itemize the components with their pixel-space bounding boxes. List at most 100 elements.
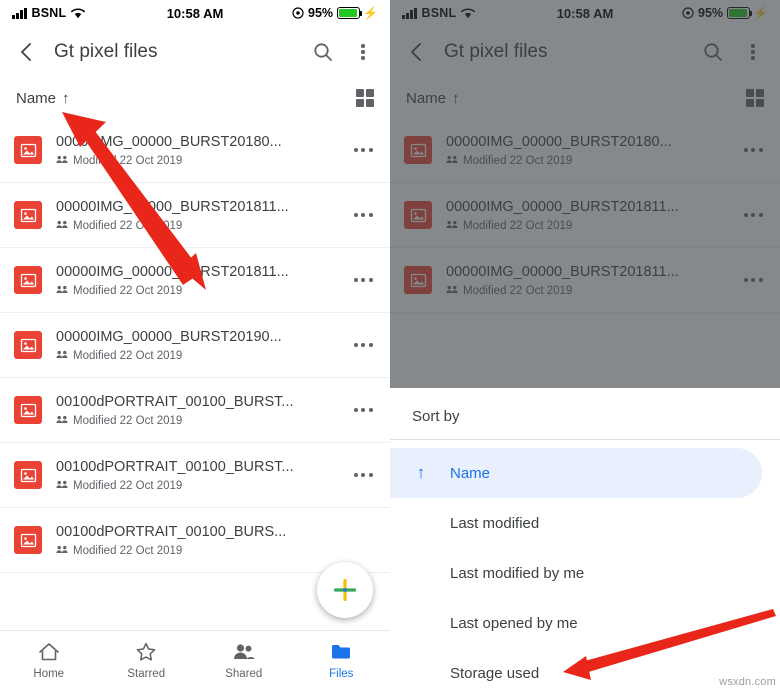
image-thumbnail-icon — [14, 526, 42, 554]
sort-option-label: Storage used — [450, 664, 540, 682]
sort-option-label: Last opened by me — [450, 614, 578, 632]
people-icon — [56, 285, 68, 297]
sort-option-label: Last modified — [450, 514, 540, 532]
charging-bolt-icon: ⚡ — [363, 6, 378, 20]
sort-label: Name — [16, 89, 57, 107]
table-row[interactable]: 00100dPORTRAIT_00100_BURS... Modified 22… — [0, 508, 390, 573]
people-icon — [56, 545, 68, 557]
sort-row[interactable]: Name ↑ — [0, 78, 390, 118]
row-more-icon[interactable] — [350, 137, 376, 163]
table-row[interactable]: 00000IMG_00000_BURST201811... Modified 2… — [0, 248, 390, 313]
row-more-icon[interactable] — [350, 397, 376, 423]
status-bar-right: 95% ⚡ — [292, 6, 378, 20]
star-icon — [137, 642, 156, 661]
grid-view-icon[interactable] — [355, 88, 374, 108]
file-modified-label: Modified 22 Oct 2019 — [73, 349, 183, 362]
row-more-icon[interactable] — [350, 267, 376, 293]
sort-option-last-modified[interactable]: Last modified — [390, 498, 780, 548]
image-thumbnail-icon — [14, 136, 42, 164]
divider — [390, 439, 780, 440]
people-icon — [56, 350, 68, 362]
watermark: wsxdn.com — [719, 676, 776, 688]
left-phone-screen: BSNL 10:58 AM 95% ⚡ Gt pixel files Name … — [0, 0, 390, 690]
file-name: 00100dPORTRAIT_00100_BURS... — [56, 523, 287, 540]
image-thumbnail-icon — [14, 461, 42, 489]
image-thumbnail-icon — [14, 396, 42, 424]
file-info: 00100dPORTRAIT_00100_BURS... Modified 22… — [56, 524, 376, 557]
image-thumbnail-icon — [14, 266, 42, 294]
status-bar-left: BSNL — [12, 6, 86, 20]
file-meta: Modified 22 Oct 2019 — [56, 155, 336, 167]
nav-item-home[interactable]: Home — [0, 641, 98, 680]
status-bar: BSNL 10:58 AM 95% ⚡ — [0, 0, 390, 26]
bottom-navigation: Home Starred Shared Files — [0, 630, 390, 690]
row-more-icon[interactable] — [350, 332, 376, 358]
file-name: 00000IMG_00000_BURST201811... — [56, 263, 289, 280]
file-name: 00100dPORTRAIT_00100_BURST... — [56, 393, 294, 410]
nav-label: Files — [329, 668, 354, 680]
file-meta: Modified 22 Oct 2019 — [56, 545, 376, 557]
people-icon — [56, 155, 68, 167]
nav-label: Shared — [225, 668, 263, 680]
nav-item-files[interactable]: Files — [293, 641, 391, 680]
file-modified-label: Modified 22 Oct 2019 — [73, 414, 183, 427]
file-modified-label: Modified 22 Oct 2019 — [73, 544, 183, 557]
file-meta: Modified 22 Oct 2019 — [56, 285, 336, 297]
table-row[interactable]: 00100dPORTRAIT_00100_BURST... Modified 2… — [0, 378, 390, 443]
add-plus-icon — [334, 579, 356, 601]
file-info: 00000IMG_00000_BURST201811... Modified 2… — [56, 264, 336, 297]
image-thumbnail-icon — [14, 331, 42, 359]
file-modified-label: Modified 22 Oct 2019 — [73, 284, 183, 297]
file-modified-label: Modified 22 Oct 2019 — [73, 219, 183, 232]
modal-scrim[interactable] — [390, 0, 780, 388]
file-meta: Modified 22 Oct 2019 — [56, 220, 336, 232]
home-icon — [38, 643, 59, 661]
file-info: 00000IMG_00000_BURST20180... Modified 22… — [56, 134, 336, 167]
sort-option-label: Name — [450, 464, 491, 482]
back-arrow-icon[interactable] — [14, 39, 40, 65]
page-title: Gt pixel files — [54, 41, 158, 62]
add-fab-button[interactable] — [317, 562, 373, 618]
table-row[interactable]: 00100dPORTRAIT_00100_BURST... Modified 2… — [0, 443, 390, 508]
folder-icon — [332, 645, 351, 659]
table-row[interactable]: 00000IMG_00000_BURST20190... Modified 22… — [0, 313, 390, 378]
people-icon — [56, 415, 68, 427]
file-modified-label: Modified 22 Oct 2019 — [73, 479, 183, 492]
file-meta: Modified 22 Oct 2019 — [56, 350, 336, 362]
sort-option-last-modified-by-me[interactable]: Last modified by me — [390, 548, 780, 598]
file-modified-label: Modified 22 Oct 2019 — [73, 154, 183, 167]
image-thumbnail-icon — [14, 201, 42, 229]
carrier-label: BSNL — [31, 6, 67, 20]
search-icon[interactable] — [310, 39, 336, 65]
sheet-title: Sort by — [412, 408, 460, 425]
nav-item-starred[interactable]: Starred — [98, 641, 196, 680]
file-info: 00000IMG_00000_BURST20190... Modified 22… — [56, 329, 336, 362]
more-vertical-icon[interactable] — [350, 39, 376, 65]
file-info: 00100dPORTRAIT_00100_BURST... Modified 2… — [56, 459, 336, 492]
file-info: 00000IMG_00000_BURST201811... Modified 2… — [56, 199, 336, 232]
file-info: 00100dPORTRAIT_00100_BURST... Modified 2… — [56, 394, 336, 427]
signal-bars-icon — [12, 7, 27, 19]
file-meta: Modified 22 Oct 2019 — [56, 415, 336, 427]
sort-ascending-arrow-icon: ↑ — [416, 463, 426, 482]
screenshot-root: BSNL 10:58 AM 95% ⚡ Gt pixel files Name … — [0, 0, 780, 690]
file-name: 00000IMG_00000_BURST201811... — [56, 198, 289, 215]
row-more-icon[interactable] — [350, 202, 376, 228]
sort-option-name[interactable]: ↑ Name — [390, 448, 762, 498]
file-list: 00000IMG_00000_BURST20180... Modified 22… — [0, 118, 390, 573]
location-icon — [292, 7, 304, 19]
file-meta: Modified 22 Oct 2019 — [56, 480, 336, 492]
table-row[interactable]: 00000IMG_00000_BURST201811... Modified 2… — [0, 183, 390, 248]
app-bar: Gt pixel files — [0, 26, 390, 78]
people-icon — [56, 220, 68, 232]
right-phone-screen: BSNL 10:58 AM 95% ⚡ Gt pixel files — [390, 0, 780, 690]
table-row[interactable]: 00000IMG_00000_BURST20180... Modified 22… — [0, 118, 390, 183]
people-icon — [233, 644, 255, 659]
row-more-icon[interactable] — [350, 462, 376, 488]
battery-icon — [337, 7, 363, 19]
wifi-icon — [71, 7, 86, 19]
sort-option-last-opened-by-me[interactable]: Last opened by me — [390, 598, 780, 648]
people-icon — [56, 480, 68, 492]
nav-item-shared[interactable]: Shared — [195, 641, 293, 680]
file-name: 00000IMG_00000_BURST20190... — [56, 328, 282, 345]
